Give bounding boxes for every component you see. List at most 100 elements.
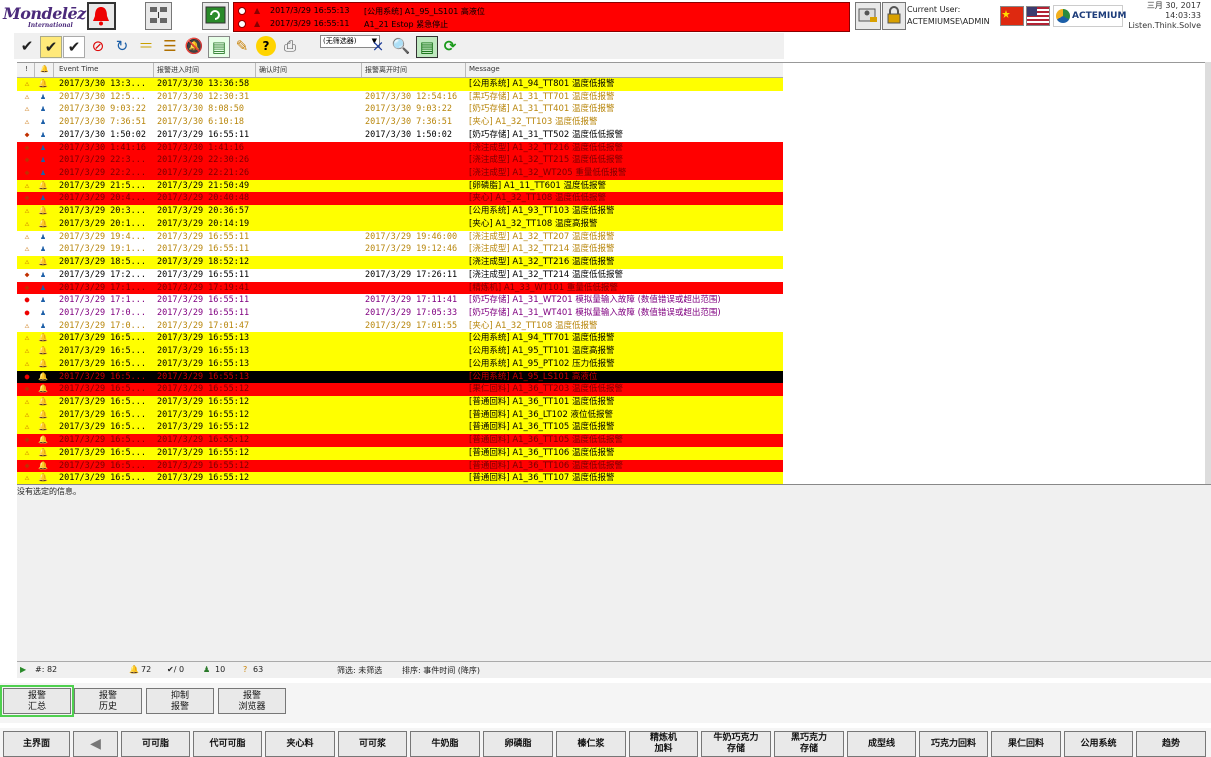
state-icon: ♟ <box>40 282 46 292</box>
network-button[interactable] <box>145 2 172 30</box>
nav-button[interactable]: 代可可脂 <box>193 731 262 757</box>
play-icon[interactable]: ▶ <box>20 665 26 674</box>
nav-button[interactable]: 夹心料 <box>265 731 335 757</box>
table-row[interactable]: ⚠ 🔔 2017/3/29 16:5... 2017/3/29 16:55:13 [公用… <box>17 345 783 358</box>
table-row[interactable]: ◆ ♟ 2017/3/29 17:2... 2017/3/29 16:55:11 201… <box>17 268 783 282</box>
details-pane-icon[interactable]: ▤ <box>416 36 438 58</box>
table-row[interactable]: ⚠ 🔔 2017/3/29 20:1... 2017/3/29 20:14:19 [夹心… <box>17 217 783 231</box>
search-icon[interactable]: 🔍 <box>391 36 411 56</box>
table-row[interactable]: ⚠ 🔔 2017/3/29 16:5... 2017/3/29 16:55:12 [普通… <box>17 396 783 409</box>
screen-switch-button[interactable] <box>202 2 229 30</box>
china-flag-button[interactable] <box>1000 6 1024 26</box>
col-message[interactable]: Message <box>469 65 500 73</box>
col-event-time[interactable]: Event Time <box>59 65 98 73</box>
help-icon[interactable]: ? <box>256 36 276 56</box>
tab-alarm-history[interactable]: 报警 历史 <box>74 688 142 714</box>
severity-icon: ◆ <box>24 155 30 165</box>
banner-alarm-row[interactable]: ▲ 2017/3/29 16:55:11 A1_21 Estop 紧急停止 <box>234 18 849 31</box>
table-row[interactable]: ● 🔔 2017/3/29 16:5... 2017/3/29 16:55:13 [公用… <box>17 370 783 384</box>
reset-icon[interactable]: ↻ <box>112 36 132 56</box>
no-entry-icon[interactable]: ⊘ <box>88 36 108 56</box>
banner-alarm-row[interactable]: ▲ 2017/3/29 16:55:13 [公用系统] A1_95_LS101 … <box>234 5 849 18</box>
nav-button[interactable]: 成型线 <box>847 731 916 757</box>
table-row[interactable]: ⚠ 🔔 2017/3/29 16:5... 2017/3/29 16:55:12 [普通… <box>17 421 783 435</box>
col-severity[interactable]: ! <box>25 65 28 73</box>
table-row[interactable]: ◆ 🔔 2017/3/29 16:5... 2017/3/29 16:55:12 [普通… <box>17 459 783 473</box>
table-row[interactable]: ⚠ 🔔 2017/3/29 16:5... 2017/3/29 16:55:13 [公用… <box>17 332 783 346</box>
list-icon[interactable]: ☰ <box>160 36 180 56</box>
nav-button[interactable]: 榛仁浆 <box>556 731 626 757</box>
table-row[interactable]: ◆ 🔔 2017/3/29 16:5... 2017/3/29 16:55:12 [普通… <box>17 434 783 447</box>
col-in-time[interactable]: 报警进入时间 <box>157 65 199 75</box>
refresh-icon[interactable]: ⟳ <box>440 36 460 56</box>
nav-button[interactable]: 可可浆 <box>338 731 407 757</box>
ack-all-icon[interactable]: ✔ <box>63 36 85 58</box>
nav-button[interactable]: 果仁回料 <box>991 731 1061 757</box>
ack-icon[interactable]: ✔ <box>17 36 37 56</box>
us-flag-button[interactable] <box>1026 6 1050 26</box>
table-row[interactable]: ⚠ ♟ 2017/3/30 9:03:22 2017/3/30 8:08:50 2017… <box>17 103 783 117</box>
tab-alarm-browser[interactable]: 报警 浏览器 <box>218 688 286 714</box>
nav-button[interactable]: 黑巧克力 存储 <box>774 731 844 757</box>
event-time-cell: 2017/3/29 16:5... <box>59 358 146 369</box>
table-row[interactable]: ⚠ ♟ 2017/3/30 12:5... 2017/3/30 12:30:31 201… <box>17 90 783 104</box>
nav-button[interactable]: 主界面 <box>3 731 70 757</box>
tab-alarm-summary[interactable]: 报警 汇总 <box>0 685 74 717</box>
event-time-cell: 2017/3/29 16:5... <box>59 384 146 395</box>
login-button[interactable] <box>855 2 881 30</box>
table-row[interactable]: ◆ 🔔 2017/3/29 16:5... 2017/3/29 16:55:12 [果仁… <box>17 383 783 396</box>
equal-icon[interactable]: ＝ <box>136 36 156 56</box>
tab-suppressed-alarms[interactable]: 抑制 报警 <box>146 688 214 714</box>
state-icon: 🔔 <box>38 397 48 406</box>
state-icon: 🔔 <box>38 257 48 267</box>
out-time-cell: 2017/3/29 17:11:41 <box>365 295 458 306</box>
table-row[interactable]: ⚠ 🔔 2017/3/29 16:5... 2017/3/29 16:55:12 [普通… <box>17 408 783 422</box>
nav-button[interactable]: 可可脂 <box>121 731 190 757</box>
table-row[interactable]: ● ♟ 2017/3/29 17:1... 2017/3/29 16:55:11 201… <box>17 294 783 307</box>
active-alarm-banner[interactable]: ▲ 2017/3/29 16:55:13 [公用系统] A1_95_LS101 … <box>233 2 850 32</box>
filter-clear-icon[interactable]: ⨯ <box>368 36 388 56</box>
table-row[interactable]: ◆ ♟ 2017/3/29 20:4... 2017/3/29 20:40:48 [夹心… <box>17 192 783 206</box>
table-row[interactable]: ⚠ 🔔 2017/3/29 16:5... 2017/3/29 16:55:12 [普通… <box>17 446 783 460</box>
silence-icon[interactable]: 🔕 <box>184 36 204 56</box>
table-row[interactable]: ◆ ♟ 2017/3/29 17:1... 2017/3/29 17:19:41 [精炼… <box>17 281 783 295</box>
table-row[interactable]: ◆ ♟ 2017/3/30 1:50:02 2017/3/29 16:55:11 201… <box>17 128 783 142</box>
table-row[interactable]: ⚠ 🔔 2017/3/29 20:3... 2017/3/29 20:36:57 [公用… <box>17 205 783 218</box>
table-row[interactable]: ⚠ ♟ 2017/3/30 7:36:51 2017/3/30 6:10:18 2017… <box>17 116 783 129</box>
col-out-time[interactable]: 报警离开时间 <box>365 65 407 75</box>
table-row[interactable]: ⚠ ♟ 2017/3/29 19:4... 2017/3/29 16:55:11 201… <box>17 230 783 244</box>
event-time-cell: 2017/3/29 16:5... <box>59 447 146 458</box>
state-icon: ♟ <box>40 129 46 139</box>
back-button[interactable]: ◀ <box>73 731 118 757</box>
state-icon: ♟ <box>40 91 46 101</box>
alarm-bell-button[interactable] <box>87 2 116 30</box>
alarm-list-icon[interactable]: ▤ <box>208 36 230 58</box>
table-row[interactable]: ● ♟ 2017/3/29 17:0... 2017/3/29 16:55:11 201… <box>17 306 783 320</box>
nav-button[interactable]: 牛奶巧克力 存储 <box>701 731 771 757</box>
logout-button[interactable] <box>882 2 906 30</box>
table-row[interactable]: ⚠ 🔔 2017/3/30 13:3... 2017/3/30 13:36:58 [公用… <box>17 78 783 91</box>
mondelez-logo: Mondelēz International <box>2 3 88 31</box>
table-row[interactable]: ⚠ 🔔 2017/3/29 18:5... 2017/3/29 18:52:12 [浇注… <box>17 256 783 269</box>
print-icon[interactable]: ⎙ <box>280 36 300 56</box>
table-row[interactable]: ⚠ ♟ 2017/3/29 19:1... 2017/3/29 16:55:11 201… <box>17 243 783 257</box>
nav-button[interactable]: 巧克力回料 <box>919 731 988 757</box>
nav-button[interactable]: 牛奶脂 <box>410 731 480 757</box>
col-bell[interactable]: 🔔 <box>40 65 49 73</box>
table-row[interactable]: ◆ ♟ 2017/3/29 22:3... 2017/3/29 22:30:26 [浇注… <box>17 154 783 167</box>
nav-button[interactable]: 公用系统 <box>1064 731 1133 757</box>
nav-button[interactable]: 趋势 <box>1136 731 1206 757</box>
table-row[interactable]: ⚠ 🔔 2017/3/29 21:5... 2017/3/29 21:50:49 [卵磷… <box>17 179 783 193</box>
sort-status: 排序: 事件时间 (降序) <box>402 666 481 675</box>
table-row[interactable]: ⚠ ♟ 2017/3/29 17:0... 2017/3/29 17:01:47 201… <box>17 319 783 333</box>
col-ack-time[interactable]: 确认时间 <box>259 65 287 75</box>
alarm-grid[interactable]: ! 🔔 Event Time 报警进入时间 确认时间 报警离开时间 Messag… <box>17 62 1211 485</box>
edit-icon[interactable]: ✎ <box>232 36 252 56</box>
nav-button[interactable]: 精炼机 加料 <box>629 731 698 757</box>
nav-button[interactable]: 卵磷脂 <box>483 731 553 757</box>
table-row[interactable]: ◆ ♟ 2017/3/29 22:2... 2017/3/29 22:21:26 [浇注… <box>17 167 783 180</box>
table-row[interactable]: ◆ ♟ 2017/3/30 1:41:16 2017/3/30 1:41:16 [浇注成… <box>17 141 783 155</box>
table-row[interactable]: ⚠ 🔔 2017/3/29 16:5... 2017/3/29 16:55:13 [公用… <box>17 357 783 371</box>
in-time-cell: 2017/3/29 20:14:19 <box>157 218 250 229</box>
ack-page-icon[interactable]: ✔ <box>40 36 62 58</box>
